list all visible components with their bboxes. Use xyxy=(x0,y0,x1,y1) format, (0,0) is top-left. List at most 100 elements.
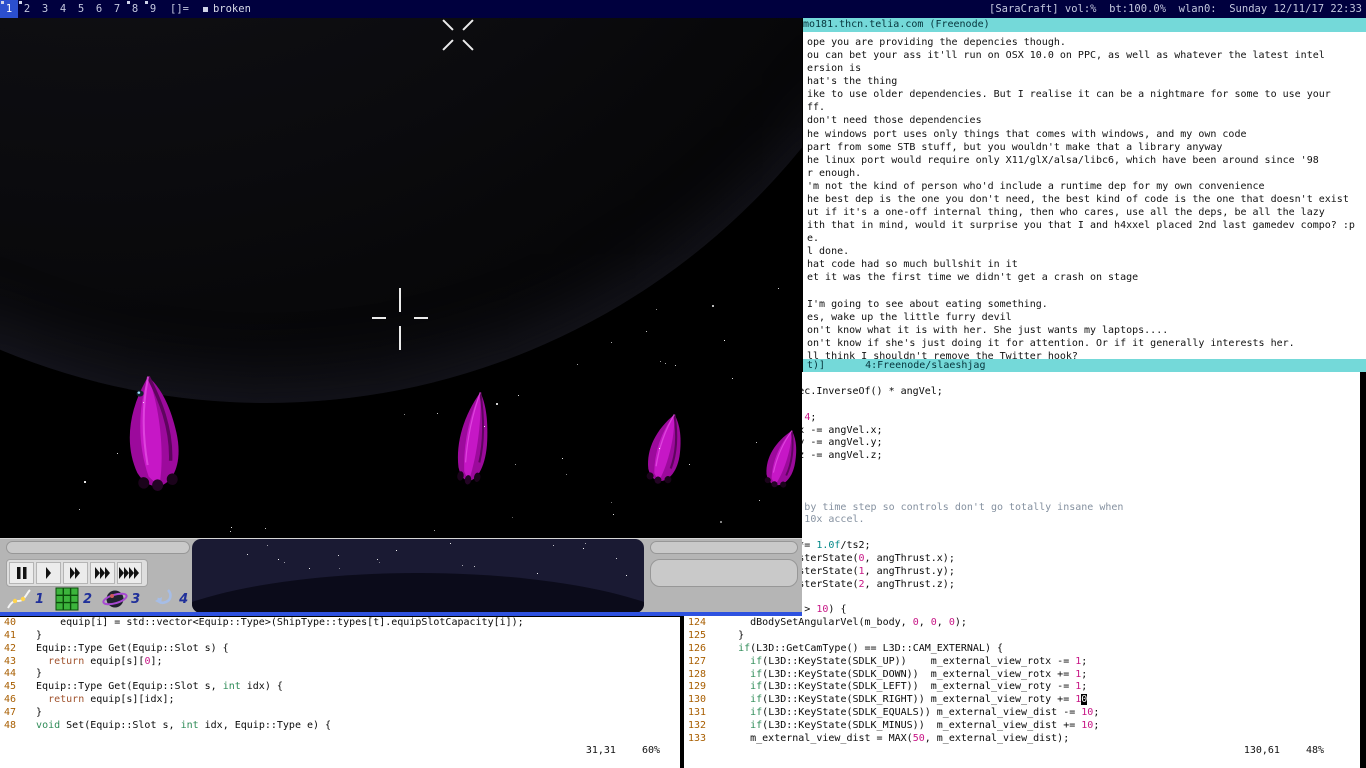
irc-chat-line: e. xyxy=(807,232,1366,245)
tag-7[interactable]: 7 xyxy=(108,0,126,18)
planet-tool-icon xyxy=(102,587,128,611)
hud-bar-right-top xyxy=(650,541,798,554)
star xyxy=(404,414,405,415)
star xyxy=(143,402,144,403)
code-line: 127 if(L3D::KeyState(SDLK_UP)) m_externa… xyxy=(684,656,1360,669)
ff3-button[interactable] xyxy=(90,562,115,584)
irc-chat-line: l done. xyxy=(807,245,1366,258)
irc-chat-line: ope you are providing the depencies thou… xyxy=(807,36,1366,49)
tag-2[interactable]: 2 xyxy=(18,0,36,18)
code-line: 126 if(L3D::GetCamType() == L3D::CAM_EXT… xyxy=(684,643,1360,656)
game-window[interactable]: 1234 xyxy=(0,18,802,616)
irc-chat-line: ll think I shouldn't remove the Twitter … xyxy=(807,350,1366,359)
aim-crosshair xyxy=(399,326,401,350)
ff2-button[interactable] xyxy=(63,562,88,584)
playback-panel xyxy=(6,559,148,587)
irc-chat-line: ike to use older dependencies. But I rea… xyxy=(807,88,1366,101)
code-line: 130 if(L3D::KeyState(SDLK_RIGHT)) m_exte… xyxy=(684,694,1360,707)
star xyxy=(484,426,485,427)
ff4-button[interactable] xyxy=(117,562,142,584)
star xyxy=(515,464,516,465)
aim-crosshair xyxy=(372,317,386,319)
code-line: 44 } xyxy=(0,668,680,681)
irc-window[interactable]: mo181.thcn.telia.com (Freenode) ope you … xyxy=(803,18,1366,372)
tool-2[interactable]: 2 xyxy=(54,587,92,611)
tag-client-indicator xyxy=(1,1,4,4)
irc-statusbar-window: 4:Freenode/slaeshjag xyxy=(865,360,985,371)
star xyxy=(231,527,232,528)
star xyxy=(247,554,248,555)
tool-1[interactable]: 1 xyxy=(6,587,44,611)
space-viewport[interactable] xyxy=(0,18,802,538)
star xyxy=(724,340,725,341)
code-editor-left[interactable]: 40 equip[i] = std::vector<Equip::Type>(S… xyxy=(0,617,680,768)
tag-4[interactable]: 4 xyxy=(54,0,72,18)
irc-chat-line: es, wake up the little furry devil xyxy=(807,311,1366,324)
code-line: 40 equip[i] = std::vector<Equip::Type>(S… xyxy=(0,617,680,630)
star xyxy=(562,458,563,459)
irc-chat-line: ff. xyxy=(807,101,1366,114)
code-line: 45 Equip::Type Get(Equip::Slot s, int id… xyxy=(0,681,680,694)
irc-chat-line: ith that in mind, would it surprise you … xyxy=(807,219,1366,232)
irc-chat-line: he linux port would require only X11/glX… xyxy=(807,154,1366,167)
tag-8[interactable]: 8 xyxy=(126,0,144,18)
code-line: 42 Equip::Type Get(Equip::Slot s) { xyxy=(0,643,680,656)
code-line: 133 m_external_view_dist = MAX(50, m_ext… xyxy=(684,733,1360,746)
star xyxy=(379,562,380,563)
star xyxy=(339,568,340,569)
tag-1[interactable]: 1 xyxy=(0,0,18,18)
star xyxy=(613,514,614,515)
hud-planet-ellipse xyxy=(192,573,644,613)
star xyxy=(434,530,435,531)
star xyxy=(117,453,118,454)
star xyxy=(79,509,80,510)
grid-tool-icon xyxy=(54,587,80,611)
code-line: 48 void Set(Equip::Slot s, int idx, Equi… xyxy=(0,720,680,733)
star xyxy=(84,481,86,483)
irc-statusbar: t)] 4:Freenode/slaeshjag xyxy=(803,359,1366,372)
planet xyxy=(0,18,802,403)
tool-3[interactable]: 3 xyxy=(102,587,140,611)
irc-chat-line: don't need those dependencies xyxy=(807,114,1366,127)
star xyxy=(665,363,666,364)
tool-row: 1234 xyxy=(6,587,198,611)
star xyxy=(265,528,266,529)
code-line: 132 if(L3D::KeyState(SDLK_MINUS)) m_exte… xyxy=(684,720,1360,733)
squid-creature xyxy=(107,371,199,494)
star xyxy=(377,559,378,560)
irc-statusbar-fragment: t)] xyxy=(807,360,825,371)
tag-3[interactable]: 3 xyxy=(36,0,54,18)
ff4-icon xyxy=(119,567,140,579)
ff3-icon xyxy=(95,567,111,579)
star xyxy=(518,395,519,396)
star xyxy=(675,365,676,366)
play-icon xyxy=(46,567,52,579)
pause-button[interactable] xyxy=(9,562,34,584)
irc-titlebar: mo181.thcn.telia.com (Freenode) xyxy=(803,18,1366,32)
hook-tool-icon xyxy=(150,587,176,611)
play-button[interactable] xyxy=(36,562,61,584)
irc-chat-line: hat code had so much bullshit in it xyxy=(807,258,1366,271)
star xyxy=(474,566,475,567)
vim-ruler: 31,3160% xyxy=(586,745,660,756)
irc-chat-line xyxy=(807,284,1366,297)
aim-crosshair xyxy=(399,288,401,312)
tag-5[interactable]: 5 xyxy=(72,0,90,18)
pause-icon xyxy=(15,567,29,579)
star xyxy=(450,543,451,544)
star xyxy=(437,413,438,414)
code-line: 125 } xyxy=(684,630,1360,643)
code-line: 128 if(L3D::KeyState(SDLK_DOWN)) m_exter… xyxy=(684,669,1360,682)
irc-chat-line: on't know what it is with her. She just … xyxy=(807,324,1366,337)
irc-chat-area[interactable]: ope you are providing the depencies thou… xyxy=(803,32,1366,359)
tag-6[interactable]: 6 xyxy=(90,0,108,18)
tag-9[interactable]: 9 xyxy=(144,0,162,18)
hud-viewport[interactable] xyxy=(192,539,644,613)
tool-4[interactable]: 4 xyxy=(150,587,188,611)
code-line: 43 return equip[s][0]; xyxy=(0,656,680,669)
vim-ruler: 130,6148% xyxy=(1244,745,1324,756)
layout-symbol[interactable]: []= xyxy=(162,3,197,15)
dwm-bar: 123456789 []= broken [SaraCraft] vol:% b… xyxy=(0,0,1366,18)
star xyxy=(756,442,757,443)
star xyxy=(646,331,647,332)
